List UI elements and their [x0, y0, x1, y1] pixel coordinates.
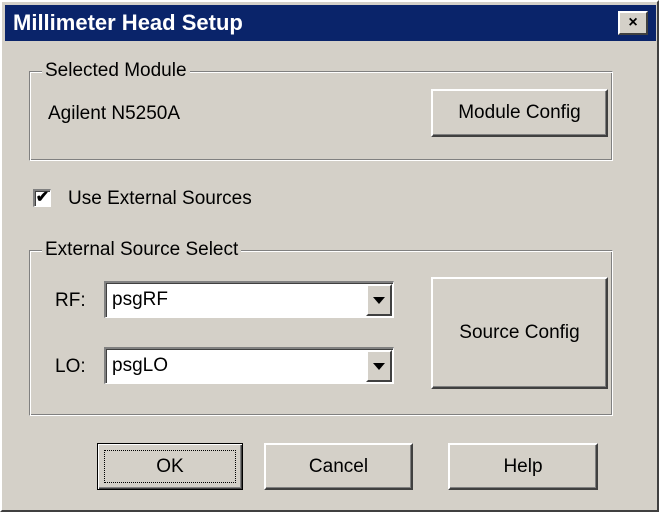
rf-label: RF:	[55, 290, 86, 311]
ok-button-label: OK	[156, 456, 184, 477]
lo-source-value: psgLO	[112, 355, 168, 376]
window-title: Millimeter Head Setup	[13, 10, 243, 35]
rf-source-dropdown[interactable]: psgRF	[104, 281, 394, 318]
lo-source-dropdown[interactable]: psgLO	[104, 347, 394, 384]
rf-dropdown-button[interactable]	[366, 284, 392, 316]
lo-dropdown-button[interactable]	[366, 350, 392, 382]
chevron-down-icon	[373, 296, 385, 304]
close-icon: ×	[628, 14, 638, 31]
lo-label: LO:	[55, 356, 86, 377]
external-source-select-group-label: External Source Select	[42, 239, 242, 261]
ok-button[interactable]: OK	[97, 443, 243, 490]
help-button[interactable]: Help	[448, 443, 598, 490]
checkmark-icon: ✔	[35, 189, 50, 206]
use-external-sources-label[interactable]: Use External Sources	[68, 187, 252, 211]
rf-source-value: psgRF	[112, 289, 168, 310]
cancel-button[interactable]: Cancel	[264, 443, 413, 490]
selected-module-group-label: Selected Module	[42, 60, 190, 82]
module-config-button[interactable]: Module Config	[431, 89, 608, 137]
module-name: Agilent N5250A	[48, 103, 181, 124]
title-bar[interactable]: Millimeter Head Setup ×	[5, 5, 656, 41]
chevron-down-icon	[373, 362, 385, 370]
dialog-window: Millimeter Head Setup × Selected Module …	[0, 0, 659, 512]
use-external-sources-checkbox[interactable]: ✔	[33, 189, 51, 207]
close-button[interactable]: ×	[618, 11, 648, 35]
source-config-button[interactable]: Source Config	[431, 277, 608, 389]
